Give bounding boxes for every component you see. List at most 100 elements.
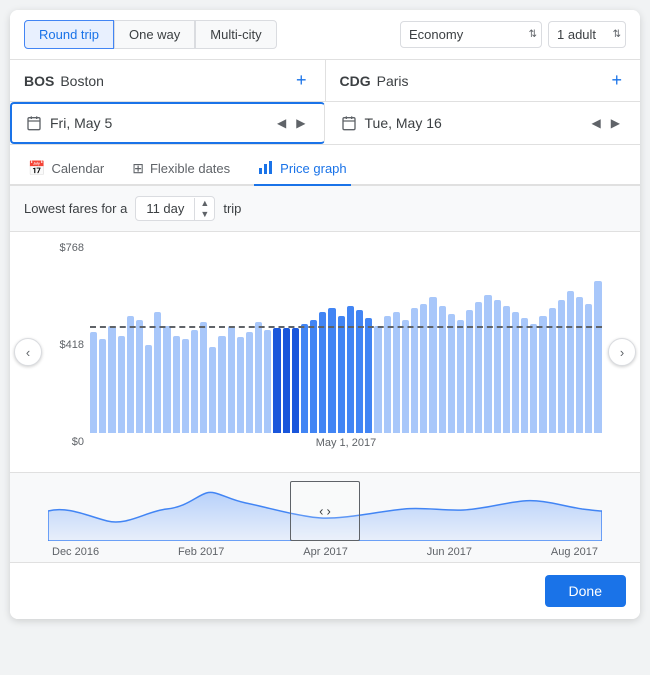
flexible-tab-icon: ⊞ [132, 160, 144, 177]
price-bar[interactable] [494, 300, 501, 433]
price-bar[interactable] [539, 316, 546, 433]
y-label-bottom: $0 [48, 436, 90, 448]
price-bar[interactable] [347, 306, 354, 433]
view-tabs-row: 📅 Calendar ⊞ Flexible dates Price graph [10, 145, 640, 186]
adult-selector-wrapper[interactable]: 1 adult 2 adults 3 adults [548, 21, 626, 48]
depart-date-field[interactable]: Fri, May 5 ◀ ▶ [10, 102, 325, 144]
price-bar[interactable] [512, 312, 519, 433]
mini-label-2: Apr 2017 [303, 546, 348, 558]
price-bar[interactable] [310, 320, 317, 433]
mini-selector-arrows: ‹› [319, 504, 331, 519]
origin-add-button[interactable]: + [292, 70, 311, 91]
tab-flexible-dates[interactable]: ⊞ Flexible dates [128, 154, 234, 185]
price-bar[interactable] [484, 295, 491, 433]
done-button[interactable]: Done [545, 575, 626, 607]
price-bar[interactable] [393, 312, 400, 433]
price-bar[interactable] [576, 297, 583, 434]
return-next-arrow[interactable]: ▶ [607, 114, 624, 132]
price-bar[interactable] [292, 328, 299, 433]
price-bar[interactable] [429, 297, 436, 434]
price-bar[interactable] [439, 306, 446, 433]
day-selector[interactable]: 11 day ▲ ▼ [135, 196, 215, 221]
price-bar[interactable] [145, 345, 152, 433]
price-bar[interactable] [273, 328, 280, 433]
price-bar[interactable] [521, 318, 528, 433]
price-bar[interactable] [163, 326, 170, 433]
price-bar[interactable] [503, 306, 510, 433]
price-bar[interactable] [585, 304, 592, 433]
price-bar[interactable] [457, 320, 464, 433]
price-bar[interactable] [108, 326, 115, 433]
tab-calendar[interactable]: 📅 Calendar [24, 154, 108, 185]
price-bar[interactable] [209, 347, 216, 433]
depart-date-text: Fri, May 5 [50, 115, 267, 131]
tab-multi-city[interactable]: Multi-city [195, 20, 276, 49]
price-bar[interactable] [448, 314, 455, 433]
return-date-field[interactable]: Tue, May 16 ◀ ▶ [325, 102, 641, 144]
price-bar[interactable] [374, 326, 381, 433]
price-bar[interactable] [200, 322, 207, 433]
price-bar[interactable] [182, 339, 189, 433]
price-bar[interactable] [384, 316, 391, 433]
day-down-arrow[interactable]: ▼ [195, 209, 214, 220]
chart-right-button[interactable]: › [608, 338, 636, 366]
price-bar[interactable] [154, 312, 161, 433]
price-bar[interactable] [283, 328, 290, 433]
price-bar[interactable] [319, 312, 326, 433]
price-bar[interactable] [558, 300, 565, 433]
price-bar[interactable] [301, 324, 308, 433]
bar-chart-icon [258, 159, 274, 175]
adult-selector[interactable]: 1 adult 2 adults 3 adults [548, 21, 626, 48]
class-selector-wrapper[interactable]: Economy Premium Economy Business First [400, 21, 542, 48]
mini-label-0: Dec 2016 [52, 546, 99, 558]
tab-one-way[interactable]: One way [114, 20, 195, 49]
calendar-tab-label: Calendar [51, 161, 104, 176]
origin-field[interactable]: BOS Boston + [10, 60, 326, 101]
mini-chart-area: ‹› Dec 2016 Feb 2017 Apr 2017 Jun 2017 A… [10, 472, 640, 562]
mini-chart-selector[interactable]: ‹› [290, 481, 360, 541]
price-bar[interactable] [264, 330, 271, 433]
price-bar[interactable] [356, 310, 363, 433]
price-bar[interactable] [228, 326, 235, 433]
price-bar[interactable] [549, 308, 556, 433]
price-bar[interactable] [411, 308, 418, 433]
class-selector[interactable]: Economy Premium Economy Business First [400, 21, 542, 48]
price-bar[interactable] [365, 318, 372, 433]
price-bar[interactable] [218, 336, 225, 434]
price-bar[interactable] [420, 304, 427, 433]
price-bar[interactable] [136, 320, 143, 433]
tab-price-graph[interactable]: Price graph [254, 153, 350, 186]
price-bar[interactable] [255, 322, 262, 433]
price-bar[interactable] [127, 316, 134, 433]
return-date-text: Tue, May 16 [365, 115, 582, 131]
depart-next-arrow[interactable]: ▶ [292, 114, 309, 132]
price-bar[interactable] [118, 336, 125, 434]
return-nav-arrows: ◀ ▶ [588, 114, 624, 132]
price-bar[interactable] [567, 291, 574, 433]
price-bar[interactable] [99, 339, 106, 433]
destination-code: CDG [340, 73, 371, 89]
price-bar[interactable] [90, 332, 97, 433]
price-bar[interactable] [237, 337, 244, 433]
price-bar[interactable] [402, 320, 409, 433]
destination-field[interactable]: CDG Paris + [326, 60, 641, 101]
day-stepper[interactable]: ▲ ▼ [194, 198, 214, 220]
chart-left-button[interactable]: ‹ [14, 338, 42, 366]
date-row: Fri, May 5 ◀ ▶ Tue, May 16 ◀ ▶ [10, 102, 640, 145]
day-up-arrow[interactable]: ▲ [195, 198, 214, 209]
destination-add-button[interactable]: + [607, 70, 626, 91]
price-bar[interactable] [466, 310, 473, 433]
depart-prev-arrow[interactable]: ◀ [273, 114, 290, 132]
price-bar[interactable] [246, 332, 253, 433]
return-prev-arrow[interactable]: ◀ [588, 114, 605, 132]
calendar-icon-depart [26, 115, 42, 131]
price-bar[interactable] [338, 316, 345, 433]
price-bar[interactable] [328, 308, 335, 433]
price-bar[interactable] [191, 330, 198, 433]
price-bar[interactable] [594, 281, 601, 433]
tab-round-trip[interactable]: Round trip [24, 20, 114, 49]
price-bar[interactable] [530, 324, 537, 433]
price-bar[interactable] [173, 336, 180, 434]
x-label: May 1, 2017 [90, 437, 602, 449]
price-bar[interactable] [475, 302, 482, 433]
